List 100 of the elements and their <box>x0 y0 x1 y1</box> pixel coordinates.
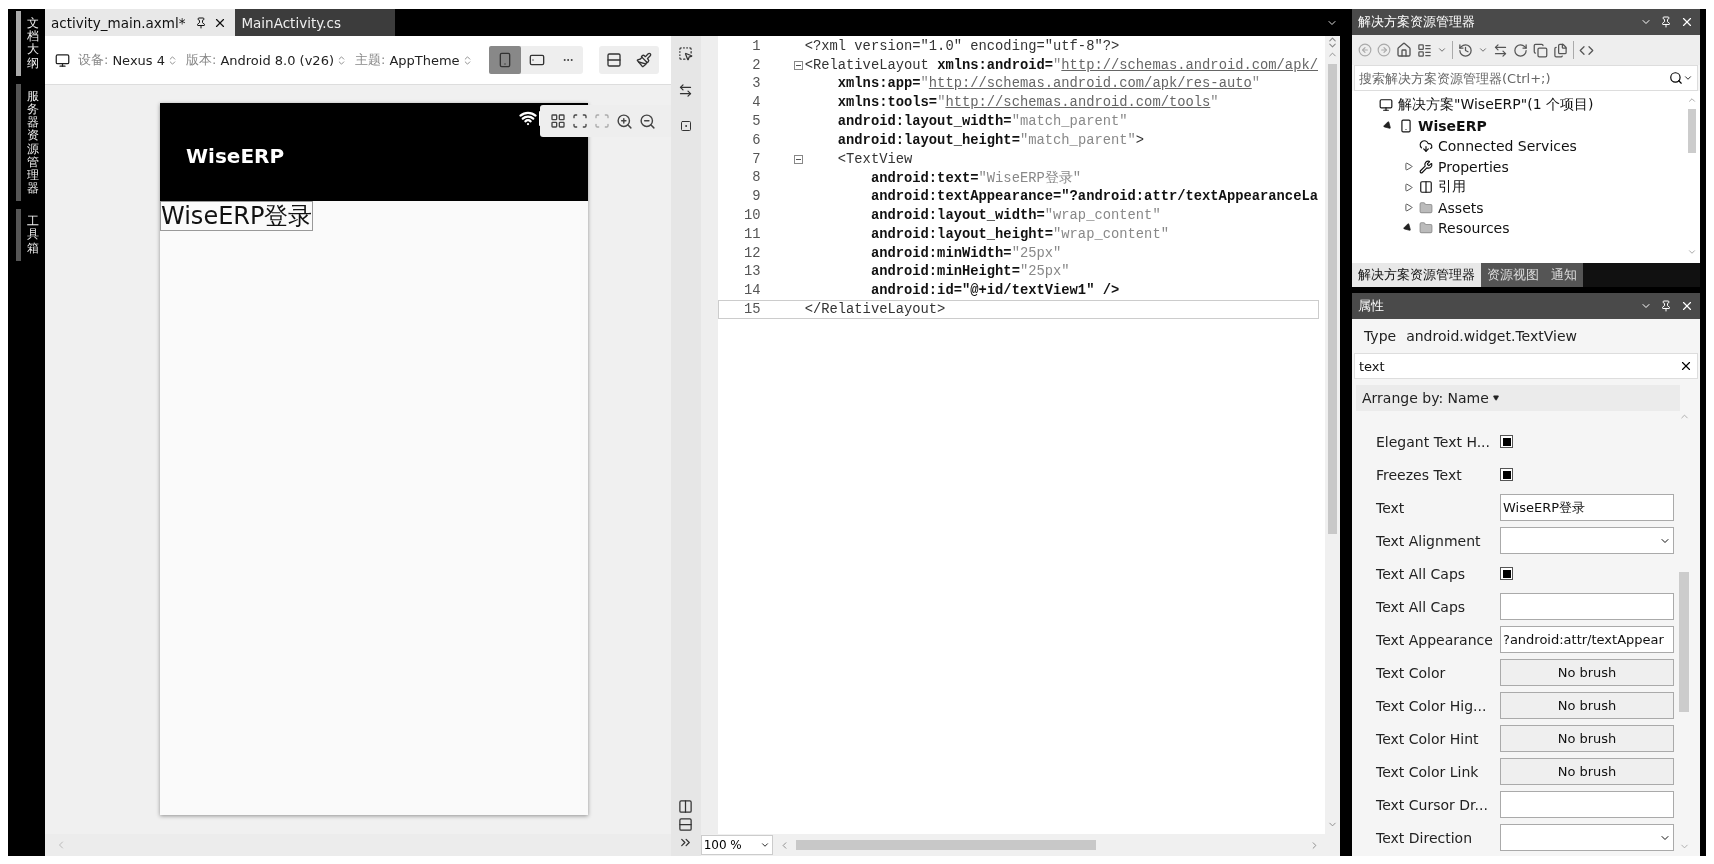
scrollbar-thumb[interactable] <box>795 840 1096 850</box>
checkbox[interactable] <box>1500 468 1513 481</box>
toolbar-dropdown[interactable]: AppTheme <box>389 52 473 68</box>
tree-item[interactable]: Connected Services <box>1438 138 1577 155</box>
zoom-select[interactable]: 100 % <box>700 835 773 855</box>
property-search-box[interactable]: text <box>1354 353 1698 379</box>
property-label: Text Color Hig... <box>1376 697 1488 714</box>
references-icon <box>1419 180 1433 195</box>
scrollbar-thumb[interactable] <box>1679 572 1689 712</box>
line-number: 1 <box>751 38 761 54</box>
dropdown-icon[interactable] <box>1683 73 1693 83</box>
toolbar-label: 设备: <box>78 51 109 69</box>
panel-tab[interactable]: 通知 <box>1545 263 1583 287</box>
expand-arrow-icon[interactable] <box>1403 182 1413 192</box>
fold-icon[interactable] <box>793 60 803 70</box>
property-search-field[interactable]: text <box>1359 358 1679 374</box>
collapse-all-icon[interactable] <box>1533 42 1548 58</box>
brush-button[interactable]: No brush <box>1500 725 1674 752</box>
sync-icon[interactable] <box>1493 42 1508 58</box>
split-handle-icon[interactable] <box>1326 36 1339 49</box>
zoom-out-icon[interactable] <box>639 112 656 130</box>
value-field[interactable] <box>1500 791 1674 818</box>
updown-icon <box>336 54 347 66</box>
phone-icon <box>1399 118 1413 133</box>
code-line: android:minHeight="25px" <box>869 264 1070 280</box>
line-number: 13 <box>743 264 761 280</box>
history-icon[interactable] <box>1458 42 1473 58</box>
tree-item[interactable]: WiseERP <box>1418 117 1487 134</box>
show-all-files-icon[interactable] <box>1553 42 1568 58</box>
wifi-icon <box>519 109 537 127</box>
layout-icon[interactable] <box>550 113 566 129</box>
value-field[interactable]: ?android:attr/textAppear <box>1500 626 1674 653</box>
orientation-button[interactable] <box>488 46 521 74</box>
value-field[interactable] <box>1500 593 1674 620</box>
folder-icon <box>1419 200 1433 215</box>
property-label: Text Cursor Dr... <box>1376 796 1489 813</box>
line-number: 15 <box>743 302 761 318</box>
line-number: 12 <box>743 245 761 261</box>
document-tab[interactable]: MainActivity.cs <box>235 9 396 36</box>
property-label: Text All Caps <box>1376 565 1467 582</box>
type-label: Type <box>1364 328 1397 344</box>
split-horizontal-icon[interactable] <box>678 817 694 832</box>
zoom-fit-icon[interactable] <box>572 113 588 129</box>
tree-item[interactable]: Properties <box>1438 158 1509 175</box>
brush-button[interactable]: No brush <box>1500 692 1674 719</box>
solution-icon <box>1379 98 1393 113</box>
document-tab[interactable]: activity_main.axml* <box>45 9 236 36</box>
split-vertical-icon[interactable] <box>678 799 694 814</box>
zoom-in-icon[interactable] <box>616 112 633 130</box>
pin-icon[interactable] <box>1660 300 1672 312</box>
panel-tab[interactable]: 解决方案资源管理器 <box>1352 263 1481 287</box>
fold-icon[interactable] <box>793 154 803 164</box>
text-view[interactable]: WiseERP登录 <box>160 201 314 232</box>
dropdown-icon[interactable] <box>1478 45 1488 55</box>
toolbar-dropdown[interactable]: Android 8.0 (v26) <box>220 52 347 68</box>
select-field[interactable] <box>1500 824 1674 851</box>
code-line: <?xml version="1.0" encoding="utf-8"?> <box>804 38 1120 54</box>
close-icon[interactable] <box>1680 299 1694 313</box>
expand-arrow-icon[interactable] <box>1403 162 1413 172</box>
code-line: android:layout_width="wrap_content" <box>869 208 1161 224</box>
panel-tab[interactable]: 资源视图 <box>1481 263 1545 287</box>
tree-item[interactable]: Assets <box>1438 199 1484 216</box>
search-icon[interactable] <box>1669 71 1683 85</box>
refresh-icon[interactable] <box>1513 42 1528 58</box>
expand-arrow-icon[interactable] <box>1403 203 1413 213</box>
toolbar-label: 主题: <box>355 51 386 69</box>
search-field[interactable]: 搜索解决方案资源管理器(Ctrl+;) <box>1359 70 1669 86</box>
scrollbar-thumb[interactable] <box>1688 109 1696 153</box>
brush-button[interactable]: No brush <box>1500 659 1674 686</box>
select-icon[interactable] <box>678 46 694 61</box>
close-icon[interactable] <box>1680 15 1694 29</box>
tree-item[interactable]: 解决方案"WiseERP"(1 个项目) <box>1398 96 1594 115</box>
small-square-icon[interactable] <box>679 120 692 132</box>
checkbox[interactable] <box>1500 567 1513 580</box>
code-line: android:layout_width="match_parent" <box>836 114 1128 130</box>
search-box[interactable]: 搜索解决方案资源管理器(Ctrl+;) <box>1354 65 1698 91</box>
tree-item[interactable]: Resources <box>1438 220 1510 237</box>
code-line: <RelativeLayout xmlns:android="http://schemas.android.com/apk/ <box>804 57 1318 73</box>
tree-item[interactable]: 引用 <box>1438 178 1466 197</box>
collapse-arrow-icon[interactable] <box>1382 120 1394 132</box>
pin-icon[interactable] <box>195 16 208 29</box>
views-icon[interactable] <box>1417 42 1432 58</box>
pin-icon[interactable] <box>1660 16 1672 28</box>
home-icon[interactable] <box>1396 42 1412 58</box>
swap-icon[interactable] <box>678 83 694 98</box>
clear-icon[interactable] <box>1679 359 1693 373</box>
dropdown-icon[interactable] <box>1437 45 1447 55</box>
value-field[interactable]: WiseERP登录 <box>1500 494 1674 521</box>
brush-button[interactable]: No brush <box>1500 758 1674 785</box>
line-number: 2 <box>751 57 761 73</box>
arrange-dropdown[interactable]: Arrange by: Name <box>1356 385 1680 411</box>
scrollbar-thumb[interactable] <box>1328 64 1337 534</box>
toolbar-dropdown[interactable]: Nexus 4 <box>112 52 178 68</box>
collapse-arrow-icon[interactable] <box>1402 222 1414 234</box>
line-number: 7 <box>751 151 761 167</box>
checkbox[interactable] <box>1500 435 1513 448</box>
line-number: 9 <box>751 189 761 205</box>
select-field[interactable] <box>1500 527 1674 554</box>
wrench-icon <box>1419 159 1433 174</box>
line-number: 4 <box>751 95 761 111</box>
